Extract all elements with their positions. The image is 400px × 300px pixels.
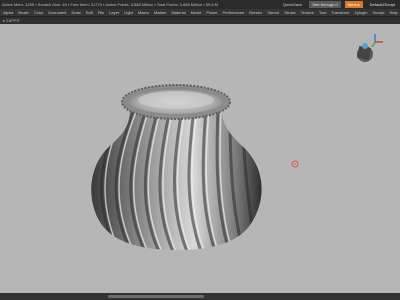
menu-light[interactable]: Light — [124, 9, 133, 16]
menu-edit[interactable]: Edit — [86, 9, 93, 16]
menu-picker[interactable]: Picker — [206, 9, 217, 16]
viewport-canvas[interactable] — [0, 24, 400, 293]
menu-help[interactable]: Help — [389, 9, 397, 16]
menu-movie[interactable]: Movie — [191, 9, 202, 16]
menus-toggle-button[interactable]: Menus — [344, 1, 363, 8]
menu-texture[interactable]: Texture — [301, 9, 314, 16]
menu-document[interactable]: Document — [48, 9, 66, 16]
menu-tool[interactable]: Tool — [319, 9, 326, 16]
menu-draw[interactable]: Draw — [71, 9, 80, 16]
brush-cursor-icon — [291, 160, 299, 168]
vase-3d-model[interactable] — [91, 84, 262, 254]
default-zscript-button[interactable]: DefaultZScript — [367, 1, 398, 8]
menu-bar: Alpha Brush Color Document Draw Edit Fil… — [0, 9, 400, 17]
menu-alpha[interactable]: Alpha — [3, 9, 13, 16]
menu-stroke[interactable]: Stroke — [284, 9, 296, 16]
menu-file[interactable]: File — [98, 9, 104, 16]
menu-brush[interactable]: Brush — [18, 9, 28, 16]
menu-marker[interactable]: Marker — [154, 9, 166, 16]
menu-render[interactable]: Render — [249, 9, 262, 16]
menu-preferences[interactable]: Preferences — [223, 9, 245, 16]
subtool-label[interactable]: ▸ ZAPPIT — [3, 18, 20, 23]
horizontal-scrollbar[interactable] — [108, 295, 204, 298]
menu-zplugin[interactable]: Zplugin — [354, 9, 367, 16]
menu-stencil[interactable]: Stencil — [267, 9, 279, 16]
menu-zscript[interactable]: Zscript — [372, 9, 384, 16]
sub-toolbar: ▸ ZAPPIT — [0, 17, 400, 24]
menu-material[interactable]: Material — [171, 9, 185, 16]
menu-color[interactable]: Color — [34, 9, 44, 16]
title-bar: Active Mem: 3295 ▪ Scratch Disk: 49 ▪ Fr… — [0, 0, 400, 9]
menu-layer[interactable]: Layer — [109, 9, 119, 16]
memory-stats: Active Mem: 3295 ▪ Scratch Disk: 49 ▪ Fr… — [2, 2, 219, 7]
see-through-slider[interactable]: See-through 0 — [309, 1, 341, 8]
title-bar-controls: QuickSave See-through 0 Menus DefaultZSc… — [280, 0, 398, 8]
quicksave-button[interactable]: QuickSave — [280, 1, 305, 8]
menu-transform[interactable]: Transform — [331, 9, 349, 16]
navigation-cube-gizmo[interactable] — [356, 34, 383, 62]
menu-macro[interactable]: Macro — [138, 9, 149, 16]
